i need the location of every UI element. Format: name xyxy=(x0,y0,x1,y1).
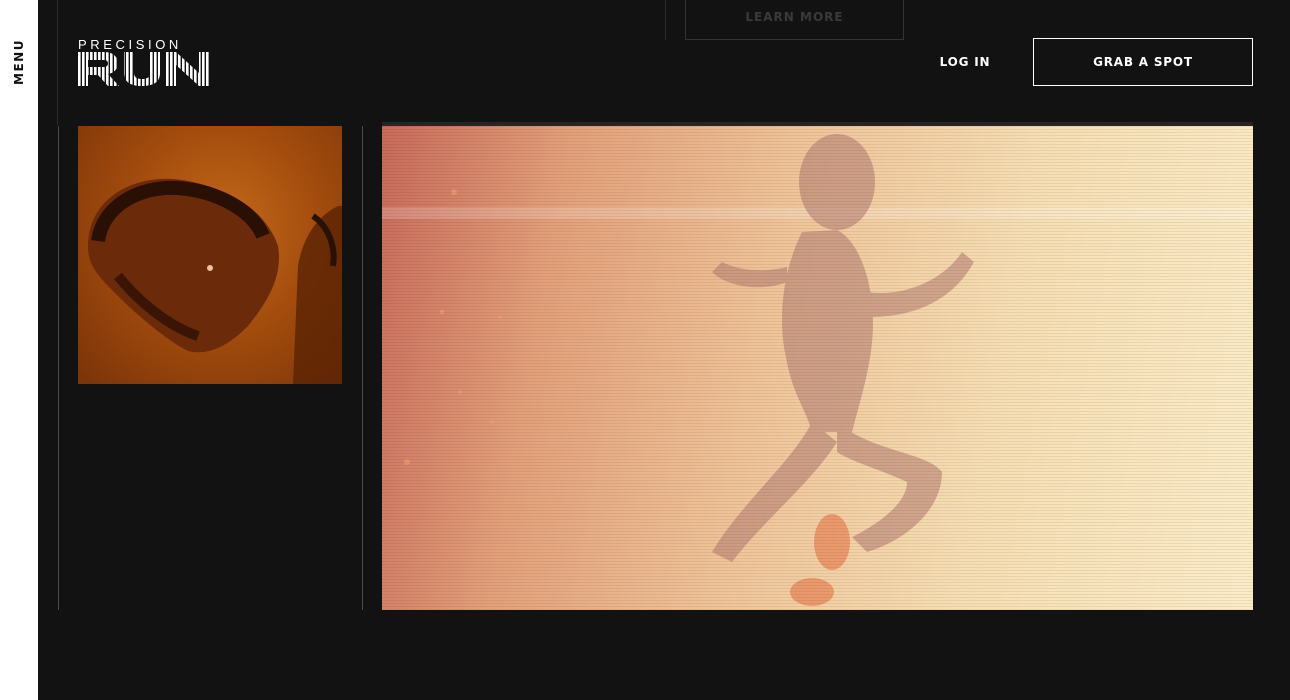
content-divider-mid xyxy=(362,126,363,610)
content-divider-left xyxy=(58,126,59,610)
menu-button[interactable]: MENU xyxy=(12,39,26,85)
runner-silhouette-illustration xyxy=(404,134,974,606)
grab-a-spot-button[interactable]: GRAB A SPOT xyxy=(1033,38,1253,86)
header-divider-left xyxy=(57,0,58,125)
brand-logo[interactable]: PRECISION xyxy=(78,38,210,88)
athlete-portrait-illustration xyxy=(88,178,342,384)
header-divider-mid xyxy=(665,0,666,40)
learn-more-label: LEARN MORE xyxy=(745,10,844,24)
login-link[interactable]: LOG IN xyxy=(915,50,1015,74)
athlete-thumbnail-image xyxy=(78,126,342,384)
brand-top-text: PRECISION xyxy=(78,37,182,52)
brand-run-wordmark xyxy=(78,52,209,86)
learn-more-button[interactable]: LEARN MORE xyxy=(685,0,904,40)
side-menu-bar: MENU xyxy=(0,0,38,700)
hero-video-frame[interactable] xyxy=(382,122,1253,610)
